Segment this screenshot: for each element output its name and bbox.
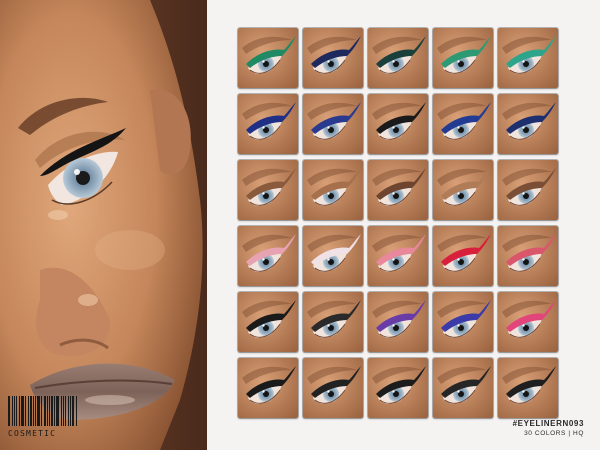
eyeliner-swatch[interactable]: [238, 292, 298, 352]
barcode-bar: [37, 396, 40, 426]
eyeliner-swatch[interactable]: [368, 226, 428, 286]
eye-icon: [368, 358, 428, 418]
eye-icon: [368, 94, 428, 154]
eyeliner-swatch[interactable]: [303, 28, 363, 88]
portrait-illustration: [0, 0, 207, 450]
product-subtitle: 30 COLORS | HQ: [524, 430, 584, 437]
barcode-bar: [41, 396, 42, 426]
eye-icon: [368, 292, 428, 352]
eye-icon: [498, 94, 558, 154]
eyeliner-swatch[interactable]: [303, 358, 363, 418]
eyeliner-swatch[interactable]: [433, 358, 493, 418]
eye-icon: [433, 94, 493, 154]
eye-icon: [303, 28, 363, 88]
barcode-bar: [27, 396, 29, 426]
eye-icon: [498, 358, 558, 418]
eyeliner-swatch[interactable]: [303, 226, 363, 286]
barcode-bar: [29, 396, 32, 426]
eyeliner-swatch[interactable]: [433, 160, 493, 220]
barcode-bar: [24, 396, 26, 426]
barcode-bar: [13, 396, 15, 426]
eyeliner-swatch[interactable]: [498, 28, 558, 88]
eye-icon: [303, 226, 363, 286]
brand-name: COSMETIC: [8, 429, 57, 438]
eye-icon: [498, 28, 558, 88]
eye-icon: [238, 358, 298, 418]
eye-icon: [433, 358, 493, 418]
barcode-bar: [48, 396, 50, 426]
eye-icon: [238, 28, 298, 88]
barcode-bar: [51, 396, 54, 426]
eye-icon: [498, 226, 558, 286]
eye-icon: [368, 226, 428, 286]
eye-icon: [433, 160, 493, 220]
eyeliner-swatch[interactable]: [303, 160, 363, 220]
barcode-bar: [62, 396, 64, 426]
eye-icon: [433, 292, 493, 352]
barcode-bar: [60, 396, 62, 426]
model-portrait: COSMETIC: [0, 0, 207, 450]
eye-icon: [303, 358, 363, 418]
barcode-bar: [46, 396, 48, 426]
eyeliner-swatch[interactable]: [368, 160, 428, 220]
barcode-bar: [19, 396, 21, 426]
barcode-bar: [64, 396, 67, 426]
eyeliner-swatch[interactable]: [238, 226, 298, 286]
eye-icon: [303, 292, 363, 352]
eyeliner-swatch[interactable]: [368, 292, 428, 352]
eye-icon: [238, 94, 298, 154]
eyeliner-swatch[interactable]: [368, 28, 428, 88]
eyeliner-swatch[interactable]: [433, 226, 493, 286]
eye-icon: [238, 226, 298, 286]
eyeliner-swatch[interactable]: [498, 292, 558, 352]
eyeliner-swatch[interactable]: [498, 226, 558, 286]
eyeliner-swatch[interactable]: [238, 358, 298, 418]
eyeliner-swatch[interactable]: [433, 292, 493, 352]
barcode-bar: [15, 396, 18, 426]
barcode-bar: [70, 396, 72, 426]
eyeliner-swatch[interactable]: [433, 28, 493, 88]
barcode-bar: [72, 396, 74, 426]
eye-icon: [303, 94, 363, 154]
eye-icon: [433, 226, 493, 286]
barcode-icon: [8, 396, 78, 426]
eye-icon: [303, 160, 363, 220]
eyeliner-swatch[interactable]: [368, 358, 428, 418]
eye-icon: [238, 292, 298, 352]
barcode-bar: [68, 396, 70, 426]
product-title: #EYELINERN093: [512, 419, 584, 428]
eye-icon: [433, 28, 493, 88]
barcode-bar: [43, 396, 46, 426]
eyeliner-swatch[interactable]: [498, 160, 558, 220]
eyeliner-swatch[interactable]: [238, 28, 298, 88]
eye-icon: [238, 160, 298, 220]
barcode-bar: [32, 396, 34, 426]
product-caption: #EYELINERN093 30 COLORS | HQ: [513, 419, 584, 437]
barcode-bar: [21, 396, 24, 426]
eyeliner-swatch[interactable]: [433, 94, 493, 154]
eye-icon: [368, 28, 428, 88]
barcode-bar: [8, 396, 10, 426]
eye-icon: [498, 292, 558, 352]
barcode-bar: [56, 396, 59, 426]
eyeliner-swatch[interactable]: [238, 160, 298, 220]
swatch-grid: [238, 28, 558, 418]
eyeliner-swatch[interactable]: [303, 94, 363, 154]
eyeliner-swatch[interactable]: [498, 94, 558, 154]
brand-logo: COSMETIC: [8, 396, 78, 442]
eye-icon: [498, 160, 558, 220]
eyeliner-swatch[interactable]: [368, 94, 428, 154]
eyeliner-swatch[interactable]: [498, 358, 558, 418]
barcode-bar: [11, 396, 13, 426]
barcode-bar: [76, 396, 77, 426]
barcode-bar: [54, 396, 56, 426]
barcode-bar: [35, 396, 37, 426]
eyeliner-swatch[interactable]: [238, 94, 298, 154]
eye-icon: [368, 160, 428, 220]
eyeliner-swatch[interactable]: [303, 292, 363, 352]
